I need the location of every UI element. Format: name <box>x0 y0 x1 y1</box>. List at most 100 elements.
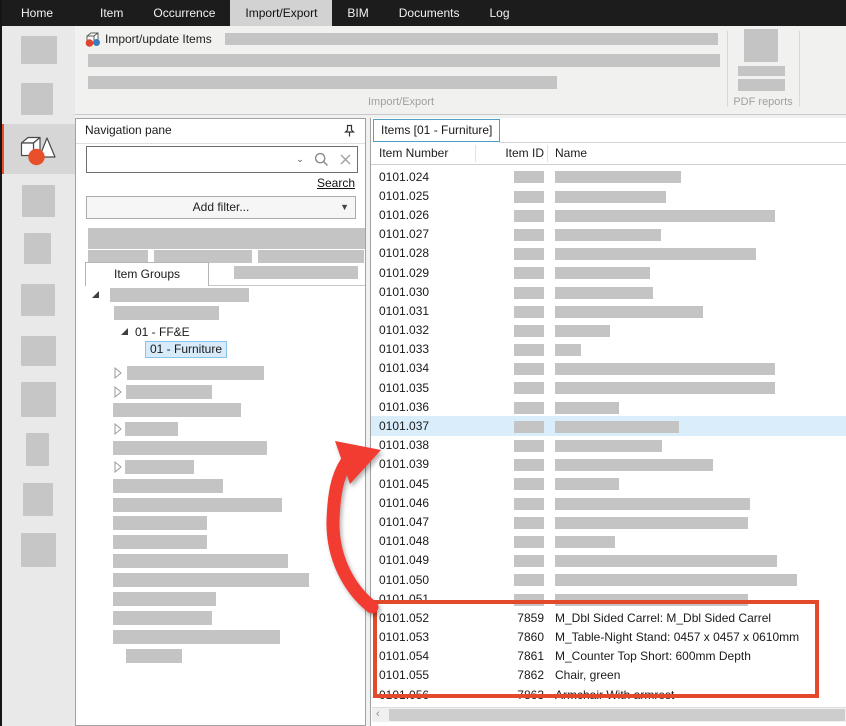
tree-node[interactable] <box>76 402 365 418</box>
table-row[interactable]: 0101.047 <box>371 512 846 531</box>
search-icon[interactable] <box>309 147 333 172</box>
table-row[interactable]: 0101.033 <box>371 340 846 359</box>
tree-node[interactable] <box>76 459 365 475</box>
table-row[interactable]: 0101.025 <box>371 186 846 205</box>
table-row[interactable]: 0101.048 <box>371 532 846 551</box>
tree-node[interactable] <box>76 591 365 607</box>
tree-expanded-icon[interactable] <box>121 328 128 335</box>
menu-tab-log[interactable]: Log <box>474 0 524 26</box>
menu-tab-import-export[interactable]: Import/Export <box>230 0 332 26</box>
tree-node[interactable] <box>76 384 365 400</box>
column-separator[interactable] <box>547 145 548 162</box>
tree-node[interactable]: 01 - Furniture <box>76 343 365 359</box>
tree-node[interactable] <box>76 421 365 437</box>
tree-collapsed-icon[interactable] <box>114 461 122 476</box>
table-row[interactable]: 0101.050 <box>371 570 846 589</box>
table-row[interactable]: 0101.036 <box>371 397 846 416</box>
search-input[interactable] <box>87 150 291 170</box>
table-row[interactable]: 0101.030 <box>371 282 846 301</box>
sidebar-item-redacted[interactable] <box>21 83 53 115</box>
add-filter-button[interactable]: Add filter... ▼ <box>86 196 356 219</box>
pin-icon[interactable] <box>343 124 356 138</box>
tab-redacted[interactable] <box>234 266 358 279</box>
sidebar-item-redacted[interactable] <box>22 185 55 217</box>
tree-collapsed-icon[interactable] <box>114 386 122 401</box>
sidebar-item-redacted[interactable] <box>21 336 56 366</box>
tree-node-label[interactable]: 01 - FF&E <box>135 324 190 340</box>
table-row[interactable]: 0101.031 <box>371 301 846 320</box>
tree-node[interactable] <box>76 478 365 494</box>
tree-node[interactable] <box>76 629 365 645</box>
table-row[interactable]: 0101.0557862Chair, green <box>371 666 846 685</box>
menu-tab-bim[interactable]: BIM <box>332 0 383 26</box>
cell-name <box>547 534 846 548</box>
sidebar-item-redacted[interactable] <box>26 433 49 466</box>
sidebar-item-redacted[interactable] <box>21 284 55 316</box>
redacted-item-id <box>514 325 544 337</box>
table-row[interactable]: 0101.0567863Armchair With armrest <box>371 685 846 704</box>
import-update-items-button[interactable]: Import/update Items <box>84 29 212 49</box>
sidebar-item-redacted[interactable] <box>24 233 51 264</box>
table-row[interactable]: 0101.045 <box>371 474 846 493</box>
tree-node[interactable] <box>76 515 365 531</box>
window-edge <box>0 0 2 726</box>
scroll-left-icon[interactable]: ‹ <box>376 708 380 721</box>
redacted-name <box>555 421 679 433</box>
table-row[interactable]: 0101.046 <box>371 493 846 512</box>
tab-items-furniture[interactable]: Items [01 - Furniture] <box>373 119 500 142</box>
tree-node[interactable] <box>76 572 365 588</box>
table-row[interactable]: 0101.024 <box>371 167 846 186</box>
sidebar-item-redacted[interactable] <box>21 533 56 567</box>
sidebar-item-redacted[interactable] <box>21 382 56 417</box>
table-row[interactable]: 0101.028 <box>371 244 846 263</box>
table-row[interactable]: 0101.0527859M_Dbl Sided Carrel: M_Dbl Si… <box>371 608 846 627</box>
tree-node[interactable] <box>76 534 365 550</box>
table-row[interactable]: 0101.049 <box>371 551 846 570</box>
horizontal-scrollbar[interactable]: ‹ <box>372 707 846 722</box>
cell-name: Armchair With armrest <box>547 688 846 702</box>
column-separator[interactable] <box>475 145 476 162</box>
column-header-item-id[interactable]: Item ID <box>475 143 544 164</box>
chevron-down-icon[interactable]: ⌄ <box>291 147 309 172</box>
column-header-name[interactable]: Name <box>555 143 587 164</box>
tab-item-groups[interactable]: Item Groups <box>85 262 209 286</box>
sidebar-item-redacted[interactable] <box>23 483 53 516</box>
table-row[interactable]: 0101.029 <box>371 263 846 282</box>
table-row[interactable]: 0101.0537860M_Table-Night Stand: 0457 x … <box>371 628 846 647</box>
table-row[interactable]: 0101.032 <box>371 321 846 340</box>
table-row[interactable]: 0101.039 <box>371 455 846 474</box>
tree-node[interactable] <box>76 553 365 569</box>
tree-node[interactable] <box>76 365 365 381</box>
tree-node[interactable] <box>76 305 365 321</box>
table-row[interactable]: 0101.051 <box>371 589 846 608</box>
tree-collapsed-icon[interactable] <box>114 367 122 382</box>
sidebar-item-items-selected[interactable] <box>0 124 75 174</box>
scrollbar-thumb[interactable] <box>389 709 845 721</box>
table-row[interactable]: 0101.035 <box>371 378 846 397</box>
table-row[interactable]: 0101.038 <box>371 436 846 455</box>
table-row[interactable]: 0101.0547861M_Counter Top Short: 600mm D… <box>371 647 846 666</box>
tree-expanded-icon[interactable] <box>92 291 99 298</box>
tree-node[interactable] <box>76 287 365 303</box>
menu-tab-item[interactable]: Item <box>85 0 138 26</box>
tree-node-selected-label[interactable]: 01 - Furniture <box>145 341 227 358</box>
menu-tab-documents[interactable]: Documents <box>384 0 475 26</box>
cell-name <box>547 266 846 280</box>
menu-tab-home[interactable]: Home <box>0 0 74 26</box>
item-groups-tab-label: Item Groups <box>114 267 180 281</box>
tree-node[interactable] <box>76 648 365 664</box>
column-header-item-number[interactable]: Item Number <box>379 143 448 164</box>
table-row[interactable]: 0101.026 <box>371 205 846 224</box>
table-row[interactable]: 0101.034 <box>371 359 846 378</box>
tree-node[interactable] <box>76 497 365 513</box>
search-link[interactable]: Search <box>317 176 355 190</box>
sidebar-item-redacted[interactable] <box>21 36 57 64</box>
tree-node[interactable] <box>76 610 365 626</box>
tree-node[interactable]: 01 - FF&E <box>76 324 365 340</box>
table-row[interactable]: 0101.037 <box>371 416 846 435</box>
tree-node[interactable] <box>76 440 365 456</box>
menu-tab-occurrence[interactable]: Occurrence <box>138 0 230 26</box>
table-row[interactable]: 0101.027 <box>371 225 846 244</box>
clear-search-icon[interactable] <box>333 147 357 172</box>
tree-collapsed-icon[interactable] <box>114 423 122 438</box>
